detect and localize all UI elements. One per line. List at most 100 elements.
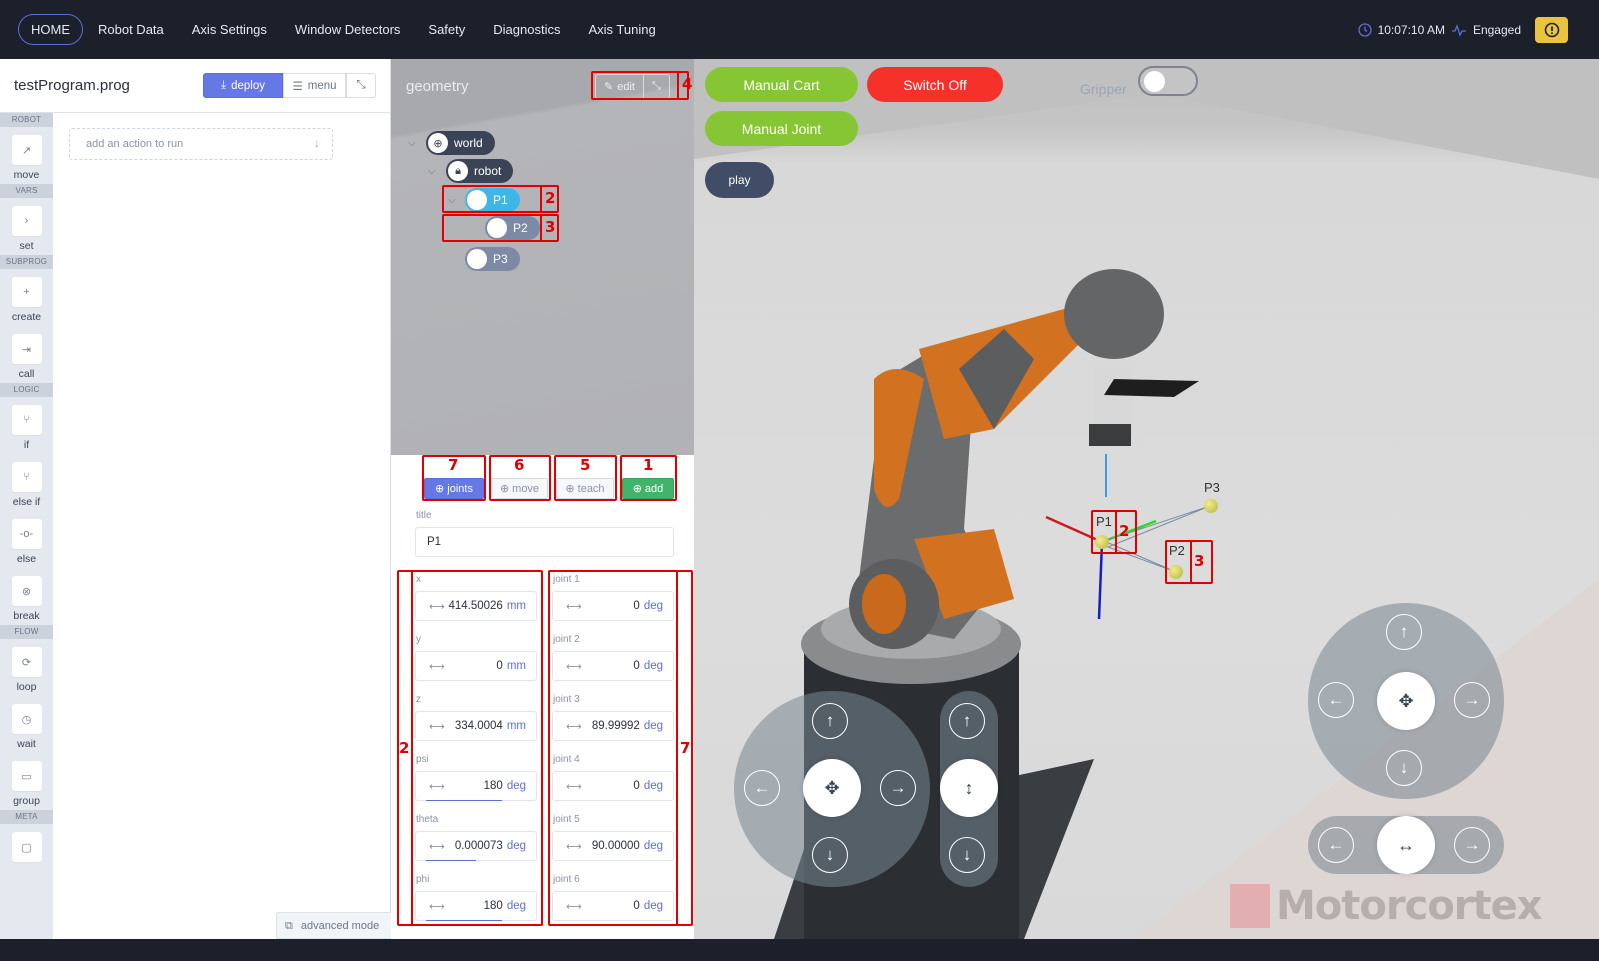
rot-z-left-button[interactable]: ← [1318,827,1354,863]
jog-left-button[interactable]: ← [744,770,780,806]
arrow-left-icon: ← [1327,835,1345,854]
nav-robot-data[interactable]: Robot Data [85,14,177,45]
robot-wrist [1064,269,1164,359]
move-icon: ↗ [11,135,42,165]
palette-item-label: set [19,240,34,252]
nav-axis-tuning[interactable]: Axis Tuning [575,14,668,45]
arrow-up-icon: ↑ [825,711,835,730]
arrow-down-icon: ↓ [314,136,320,150]
chevron-down-icon[interactable]: ⌵ [408,138,416,149]
gripper-body [1094,364,1134,434]
palette-item-if[interactable]: ⑂ if [0,397,53,454]
annotation-box-2-fields [397,570,543,926]
advanced-mode-button[interactable]: ⧉ advanced mode [276,912,391,939]
palette-item-wait[interactable]: ◷ wait [0,696,53,753]
arrow-down-icon: ↓ [1399,758,1409,777]
nav-window-detectors[interactable]: Window Detectors [282,14,413,45]
rot-z-right-button[interactable]: → [1454,827,1490,863]
palette-item-comment[interactable]: ▢ [0,824,53,881]
robot-label: robot [474,164,502,178]
point-toggle-knob [467,249,487,269]
nav-diagnostics[interactable]: Diagnostics [480,14,573,45]
jog-z-down-button[interactable]: ↓ [949,837,985,873]
annotation-1: 1 [643,456,654,474]
arrow-down-icon: ↓ [825,845,835,864]
deploy-label: deploy [231,79,265,92]
annotation-2: 2 [545,189,556,207]
annotation-box-3-scene-divider [1190,540,1192,584]
if-icon: ⑂ [11,405,42,435]
motorcortex-logo: Motorcortex [1230,883,1543,929]
rot-right-button[interactable]: → [1454,682,1490,718]
tree-node-robot[interactable]: 🔒︎ robot [446,159,514,183]
nav-home[interactable]: HOME [18,14,83,45]
annotation-3: 3 [1194,552,1205,570]
collapse-button[interactable]: ⤡ [346,73,376,98]
manual-cart-button[interactable]: Manual Cart [705,67,858,102]
point-p3-marker[interactable] [1204,499,1218,513]
annotation-6: 6 [514,456,525,474]
palette-section-robot: ROBOT [0,113,53,127]
chevron-down-icon[interactable]: ⌵ [428,166,436,177]
arrow-left-icon: ← [753,778,771,797]
palette-item-label: wait [17,738,36,750]
robot-shoulder-cap [862,574,906,634]
jog-right-button[interactable]: → [880,770,916,806]
xy-joystick-handle[interactable]: ✥ [803,759,861,817]
switch-off-button[interactable]: Switch Off [867,67,1003,102]
set-icon: › [11,206,42,236]
title-input[interactable]: P1 [415,527,674,557]
z-joystick-handle[interactable]: ↕ [940,759,998,817]
action-palette: ROBOT ↗ move VARS › set SUBPROG + create ⇥ call LOG… [0,113,53,939]
palette-item-set[interactable]: › set [0,198,53,255]
palette-item-call[interactable]: ⇥ call [0,326,53,383]
tree-node-p3[interactable]: P3 [465,247,520,271]
clock-icon [1357,23,1372,37]
gripper-toggle[interactable] [1138,66,1198,96]
palette-item-else[interactable]: -o-else [0,511,53,568]
palette-section-flow: FLOW [0,625,53,639]
nav-axis-settings[interactable]: Axis Settings [179,14,280,45]
horizontal-joystick-handle[interactable]: ↔ [1377,816,1435,874]
divider [0,112,391,113]
palette-section-meta: META [0,810,53,824]
jog-up-button[interactable]: ↑ [812,703,848,739]
call-icon: ⇥ [11,334,42,364]
rot-down-button[interactable]: ↓ [1386,750,1422,786]
palette-section-vars: VARS [0,184,53,198]
tree-node-world[interactable]: ⊕ world [426,131,495,155]
geometry-panel: geometry ✎ edit ⤡ 4 ⌵ ⊕ world ⌵ 🔒︎ robot ⌵ … [391,59,694,455]
rot-left-button[interactable]: ← [1318,682,1354,718]
hamburger-icon: ☰ [292,80,303,93]
add-action-dropdown[interactable]: add an action to run ↓ [69,128,333,160]
alert-button[interactable] [1535,17,1568,43]
advanced-mode-label: advanced mode [300,920,380,932]
deploy-button[interactable]: ⤓ deploy [203,73,283,98]
jog-down-button[interactable]: ↓ [812,837,848,873]
menu-button[interactable]: ☰ menu [283,73,346,98]
palette-item-group[interactable]: ▭ group [0,753,53,810]
palette-item-break[interactable]: ⊗ break [0,568,53,625]
annotation-2: 2 [399,739,410,757]
nav-safety[interactable]: Safety [415,14,478,45]
move-icon: ✥ [824,777,840,798]
palette-item-move[interactable]: ↗ move [0,127,53,184]
comment-icon: ▢ [11,832,42,862]
play-button[interactable]: play [705,162,774,198]
exclamation-circle-icon [1544,22,1559,38]
palette-item-loop[interactable]: ⟳ loop [0,639,53,696]
rot-up-button[interactable]: ↑ [1386,614,1422,650]
vertical-arrows-icon: ↕ [964,777,974,798]
program-panel: testProgram.prog ⤓ deploy ☰ menu ⤡ ROBOT… [0,59,391,939]
top-nav-bar: HOME Robot Data Axis Settings Window Det… [0,0,1599,59]
annotation-2: 2 [1119,522,1130,540]
manual-joint-button[interactable]: Manual Joint [705,111,858,146]
palette-item-create[interactable]: + create [0,269,53,326]
palette-item-else-if[interactable]: ⑂ else if [0,454,53,511]
robot-3d-viewport[interactable]: P1 P2 P3 2 3 Manual Cart Switch Off Manu… [694,59,1599,939]
annotation-7: 7 [680,739,691,757]
rotation-joystick-handle[interactable]: ✥ [1377,672,1435,730]
annotation-5: 5 [580,456,591,474]
jog-z-up-button[interactable]: ↑ [949,703,985,739]
palette-item-label: call [18,368,35,380]
